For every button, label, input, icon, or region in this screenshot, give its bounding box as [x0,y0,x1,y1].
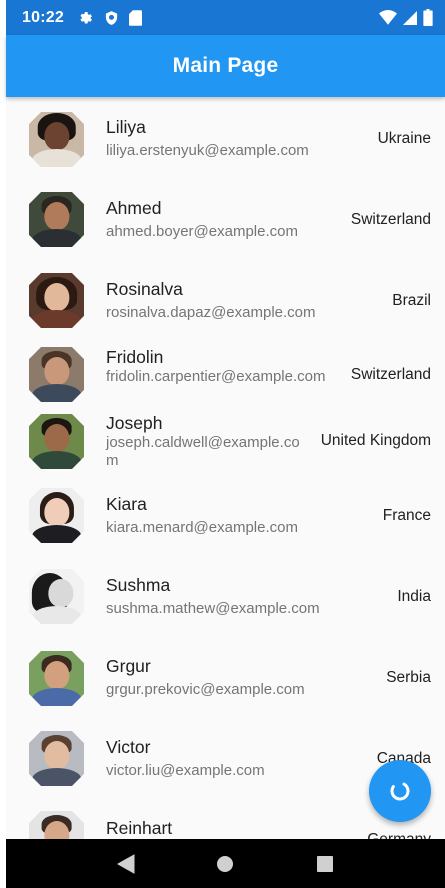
contact-country: United Kingdom [320,432,431,449]
wifi-icon [379,9,397,26]
status-right-icons [379,9,433,26]
avatar [29,569,84,624]
contact-email: fridolin.carpentier@example.com [106,368,326,385]
home-button[interactable] [205,844,245,884]
list-item[interactable]: Reinhart Germany [6,811,445,839]
contact-country: Switzerland [350,366,431,383]
avatar [29,112,84,167]
battery-icon [423,9,433,26]
contact-name: Kiara [106,494,147,514]
gear-icon [78,10,94,26]
contact-country: Ukraine [377,130,431,147]
contact-name: Rosinalva [106,279,183,299]
contact-name: Victor [106,737,151,757]
status-bar: 10:22 [6,0,445,35]
list-item[interactable]: Fridolin fridolin.carpentier@example.com… [6,341,445,417]
contact-email: liliya.erstenyuk@example.com [106,142,309,159]
app-bar: Main Page [6,35,445,97]
system-nav-bar [6,839,445,888]
avatar [29,488,84,543]
list-item[interactable]: Joseph joseph.caldwell@example.com Unite… [6,409,445,485]
contact-name: Fridolin [106,347,164,367]
avatar [29,651,84,706]
contact-email: grgur.prekovic@example.com [106,681,305,698]
home-icon [216,855,234,873]
page-title: Main Page [172,54,279,77]
avatar [29,192,84,247]
contact-country: Switzerland [350,211,431,228]
status-time: 10:22 [22,8,64,26]
list-item[interactable]: Liliya liliya.erstenyuk@example.com Ukra… [6,105,445,181]
avatar [29,347,84,402]
sd-card-icon [128,9,142,26]
contact-country: Serbia [386,669,431,686]
refresh-button[interactable] [369,760,431,822]
contact-country: Germany [367,831,431,839]
contact-name: Liliya [106,117,146,137]
contact-country: France [382,507,431,524]
list-item[interactable]: Rosinalva rosinalva.dapaz@example.com Br… [6,269,445,345]
shield-icon [104,10,119,26]
contact-name: Reinhart [106,818,173,838]
recents-icon [317,855,334,872]
list-item[interactable]: Grgur grgur.prekovic@example.com Serbia [6,649,445,725]
list-item[interactable]: Sushma sushma.mathew@example.com India [6,567,445,643]
status-left-icons [78,9,142,26]
contact-email: kiara.menard@example.com [106,519,298,536]
contact-list[interactable]: Liliya liliya.erstenyuk@example.com Ukra… [6,97,445,839]
refresh-icon [388,779,412,803]
list-item[interactable]: Kiara kiara.menard@example.com France [6,485,445,561]
contact-email: victor.liu@example.com [106,762,265,779]
avatar [29,731,84,786]
back-button[interactable] [106,844,146,884]
recents-button[interactable] [305,844,345,884]
contact-country: India [397,588,431,605]
back-icon [116,853,135,874]
avatar [29,414,84,469]
list-item[interactable]: Ahmed ahmed.boyer@example.com Switzerlan… [6,187,445,263]
contact-name: Joseph [106,413,163,433]
contact-name: Sushma [106,575,171,595]
contact-name: Grgur [106,656,151,676]
contact-email: ahmed.boyer@example.com [106,223,298,240]
contact-email: joseph.caldwell@example.com [106,434,300,469]
contact-email: rosinalva.dapaz@example.com [106,304,316,321]
contact-name: Ahmed [106,198,162,218]
contact-email: sushma.mathew@example.com [106,600,320,617]
avatar [29,811,84,839]
signal-icon [403,10,417,26]
contact-country: Brazil [392,292,431,309]
avatar [29,273,84,328]
